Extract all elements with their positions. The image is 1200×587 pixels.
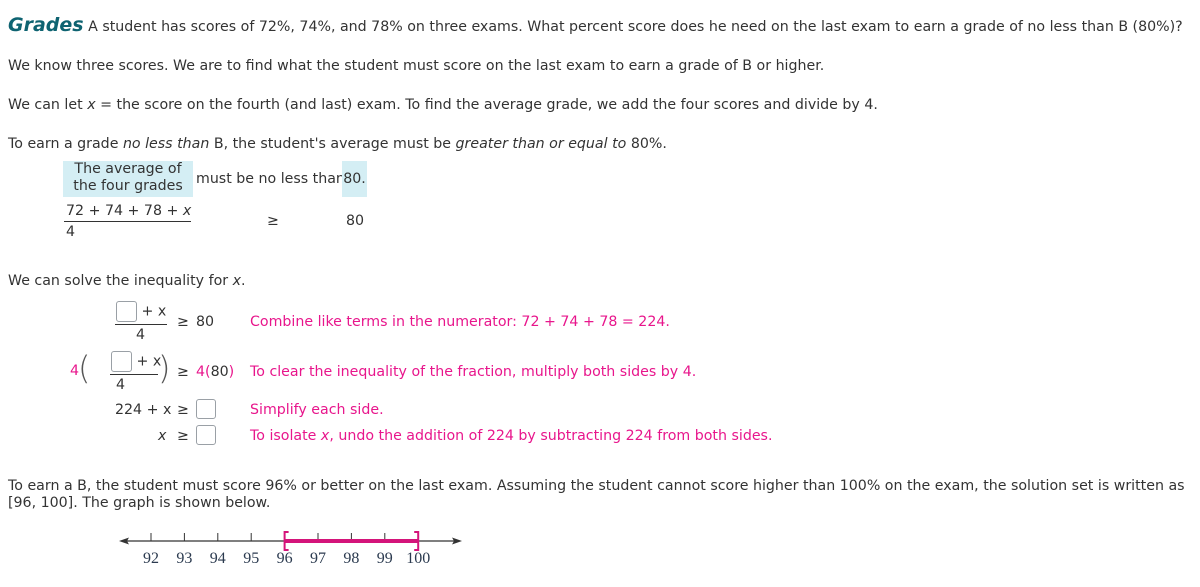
fraction-bar xyxy=(64,221,191,222)
step4-relation: ≥ xyxy=(177,428,189,444)
emphasis: greater than or equal to xyxy=(455,136,627,152)
tick-label: 94 xyxy=(210,550,226,567)
conclusion-line1: To earn a B, the student must score 96% … xyxy=(8,478,1185,494)
phrase-average: The average of the four grades xyxy=(63,161,193,197)
translation-numerator: 72 + 74 + 78 + x xyxy=(66,203,191,219)
tick-label: 97 xyxy=(310,550,326,567)
variable-x: x xyxy=(158,428,167,444)
problem-title: Grades xyxy=(8,14,84,36)
text: = the score on the fourth (and last) exa… xyxy=(95,97,878,113)
step4-lhs: x xyxy=(158,428,166,444)
translation-rhs: 80 xyxy=(346,213,365,229)
step2-numerator: + x xyxy=(111,351,161,372)
text: , undo the addition of 224 by subtractin… xyxy=(329,428,773,444)
right-paren: ) xyxy=(158,349,171,387)
step2-relation: ≥ xyxy=(177,364,189,380)
emphasis: no less than xyxy=(122,136,210,152)
solve-intro: We can solve the inequality for x. xyxy=(8,273,246,289)
translation-relation: ≥ xyxy=(267,213,279,229)
step3-note: Simplify each side. xyxy=(250,402,384,418)
paragraph-known-scores: We know three scores. We are to find wha… xyxy=(8,58,825,74)
step1-denominator: 4 xyxy=(136,327,146,343)
phrase-eighty: 80. xyxy=(342,161,367,197)
text: B, the student's average must be xyxy=(209,136,456,152)
paragraph-let-x: We can let x = the score on the fourth (… xyxy=(8,97,878,113)
text: 80%. xyxy=(626,136,667,152)
problem-header: Grades A student has scores of 72%, 74%,… xyxy=(8,14,1183,36)
fraction-bar xyxy=(115,324,167,325)
step1-answer-input[interactable] xyxy=(116,301,137,322)
phrase-line: The average of xyxy=(74,161,182,177)
step2-answer-input[interactable] xyxy=(111,351,132,372)
fraction-bar xyxy=(110,374,158,375)
step3-relation: ≥ xyxy=(177,402,189,418)
text: We can solve the inequality for xyxy=(8,273,233,289)
phrase-no-less-than: must be no less than xyxy=(196,171,345,187)
tick-label: 96 xyxy=(277,550,293,567)
conclusion-line2: [96, 100]. The graph is shown below. xyxy=(8,495,271,511)
tick-label: 98 xyxy=(343,550,359,567)
text: We can let xyxy=(8,97,88,113)
step2-note: To clear the inequality of the fraction,… xyxy=(250,364,697,380)
step4-note: To isolate x, undo the addition of 224 b… xyxy=(250,428,772,444)
phrase-line: the four grades xyxy=(73,178,183,194)
rhs-multiplier: 4 xyxy=(196,364,206,380)
text: . xyxy=(241,273,246,289)
text: 72 + 74 + 78 + xyxy=(66,203,183,219)
variable-x: x xyxy=(182,203,192,219)
step1-numerator: + x xyxy=(116,301,166,322)
tick-label: 99 xyxy=(377,550,393,567)
rhs-value: 80 xyxy=(210,364,229,380)
variable-x: x xyxy=(87,97,96,113)
step2-denominator: 4 xyxy=(116,377,126,393)
text: To isolate xyxy=(250,428,321,444)
tick-label: 92 xyxy=(143,550,159,567)
step3-lhs: 224 + x xyxy=(115,402,172,418)
tick-label: 95 xyxy=(243,550,259,567)
text: + x xyxy=(141,303,167,320)
translation-denominator: 4 xyxy=(66,224,76,240)
step1-relation: ≥ xyxy=(177,314,189,330)
step2-rhs: 4(80) xyxy=(196,364,234,380)
tick-label: 93 xyxy=(176,550,192,567)
paragraph-no-less-than: To earn a grade no less than B, the stud… xyxy=(8,136,667,152)
step1-rhs: 80 xyxy=(196,314,215,330)
step1-note: Combine like terms in the numerator: 72 … xyxy=(250,314,670,330)
paren: ) xyxy=(228,364,235,380)
step3-answer-input[interactable] xyxy=(196,399,216,419)
step4-answer-input[interactable] xyxy=(196,425,216,445)
problem-statement: A student has scores of 72%, 74%, and 78… xyxy=(88,19,1183,35)
number-line: 92 93 94 95 96 97 98 99 100 xyxy=(119,531,462,567)
text: To earn a grade xyxy=(8,136,123,152)
tick-label: 100 xyxy=(406,550,430,567)
left-paren: ( xyxy=(78,349,91,387)
variable-x: x xyxy=(232,273,242,289)
